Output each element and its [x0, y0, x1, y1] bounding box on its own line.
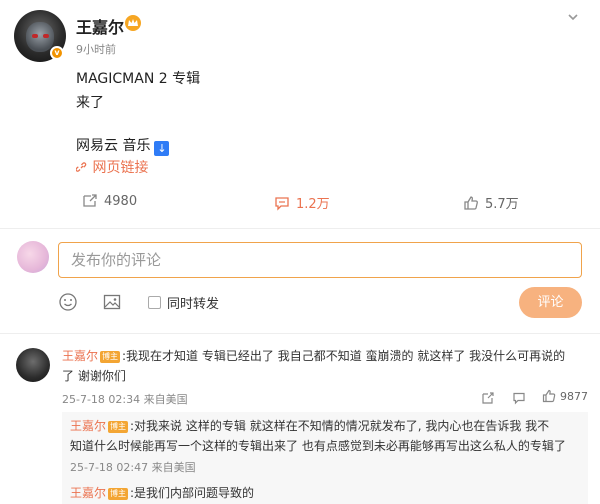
- web-link[interactable]: 网页链接: [75, 157, 149, 177]
- reply-2-author[interactable]: 王嘉尔: [70, 486, 106, 500]
- reply-icon[interactable]: [512, 391, 526, 405]
- comment-text: 王嘉尔 博主:我现在才知道 专辑已经出了 我自己都不知道 蛮崩溃的 就这样了 我没…: [62, 346, 590, 366]
- blogger-badge: 博主: [108, 488, 129, 500]
- link-icon: [75, 162, 87, 172]
- repost-icon: [83, 194, 97, 207]
- post-text-line-3: 网易云 音乐 ↓: [76, 135, 170, 156]
- comment-avatar[interactable]: [16, 348, 50, 382]
- repost-checkbox-wrap[interactable]: 同时转发: [148, 293, 219, 312]
- repost-button[interactable]: 4980: [82, 193, 137, 209]
- avatar-eye-left: [32, 34, 38, 38]
- thumbs-up-icon: [464, 195, 478, 210]
- web-link-label: 网页链接: [92, 160, 149, 176]
- reply-1-text: 王嘉尔 博主:对我来说 这样的专辑 就这样在不知情的情况就发布了, 我内心也在告诉…: [70, 416, 586, 436]
- post-text-line-2: 来了: [76, 95, 104, 111]
- like-button[interactable]: 5.7万: [463, 193, 519, 212]
- comment-author[interactable]: 王嘉尔: [62, 349, 98, 363]
- repost-count: 4980: [104, 193, 138, 209]
- comment-button[interactable]: 1.2万: [274, 193, 330, 212]
- avatar-face: [26, 22, 54, 52]
- comment-input[interactable]: 发布你的评论: [58, 242, 582, 278]
- blogger-badge: 博主: [100, 351, 121, 363]
- comment-meta: 25-7-18 02:34 来自美国: [62, 393, 188, 406]
- blogger-badge: 博主: [108, 421, 129, 433]
- my-avatar[interactable]: [17, 241, 49, 273]
- verified-badge-icon: v: [50, 46, 64, 60]
- reply-1-line-2: 知道什么时候能再写一个这样的专辑出来了 也有点感觉到未必再能够再写出这么私人的专…: [70, 439, 566, 453]
- crown-badge-icon: [125, 15, 141, 31]
- comment-count: 1.2万: [296, 197, 330, 212]
- repost-icon[interactable]: [481, 391, 495, 405]
- reply-1-author[interactable]: 王嘉尔: [70, 419, 106, 433]
- reply-1-line-1: :对我来说 这样的专辑 就这样在不知情的情况就发布了, 我内心也在告诉我 我不: [130, 419, 550, 433]
- post-text-line-1: MAGICMAN 2 专辑: [76, 71, 201, 87]
- comment-like-button[interactable]: 9877: [542, 389, 588, 403]
- reply-2-line-1: :是我们内部问题导致的: [130, 486, 255, 500]
- comment-like-count: 9877: [560, 389, 588, 403]
- divider: [0, 333, 600, 334]
- comment-icon: [275, 196, 289, 211]
- comment-line-1: :我现在才知道 专辑已经出了 我自己都不知道 蛮崩溃的 就这样了 我没什么可再说…: [122, 349, 566, 363]
- reply-1-meta: 25-7-18 02:47 来自美国: [70, 461, 196, 474]
- music-label: 网易云 音乐: [76, 138, 151, 154]
- reply-2-text: 王嘉尔 博主:是我们内部问题导致的: [70, 483, 586, 503]
- repost-checkbox-label: 同时转发: [167, 297, 220, 312]
- comment-line-2: 了 谢谢你们: [62, 369, 126, 383]
- post-author-name[interactable]: 王嘉尔: [76, 14, 124, 38]
- post-time[interactable]: 9小时前: [76, 41, 116, 57]
- emoji-icon[interactable]: [58, 292, 78, 312]
- submit-comment-button[interactable]: 评论: [519, 287, 582, 318]
- chevron-down-icon[interactable]: [566, 10, 580, 24]
- thumbs-up-icon: [542, 389, 556, 403]
- image-icon[interactable]: [102, 292, 122, 312]
- divider: [0, 228, 600, 229]
- download-arrow-icon[interactable]: ↓: [154, 141, 170, 156]
- like-count: 5.7万: [485, 197, 519, 212]
- avatar-eye-right: [43, 34, 49, 38]
- repost-checkbox[interactable]: [148, 296, 161, 309]
